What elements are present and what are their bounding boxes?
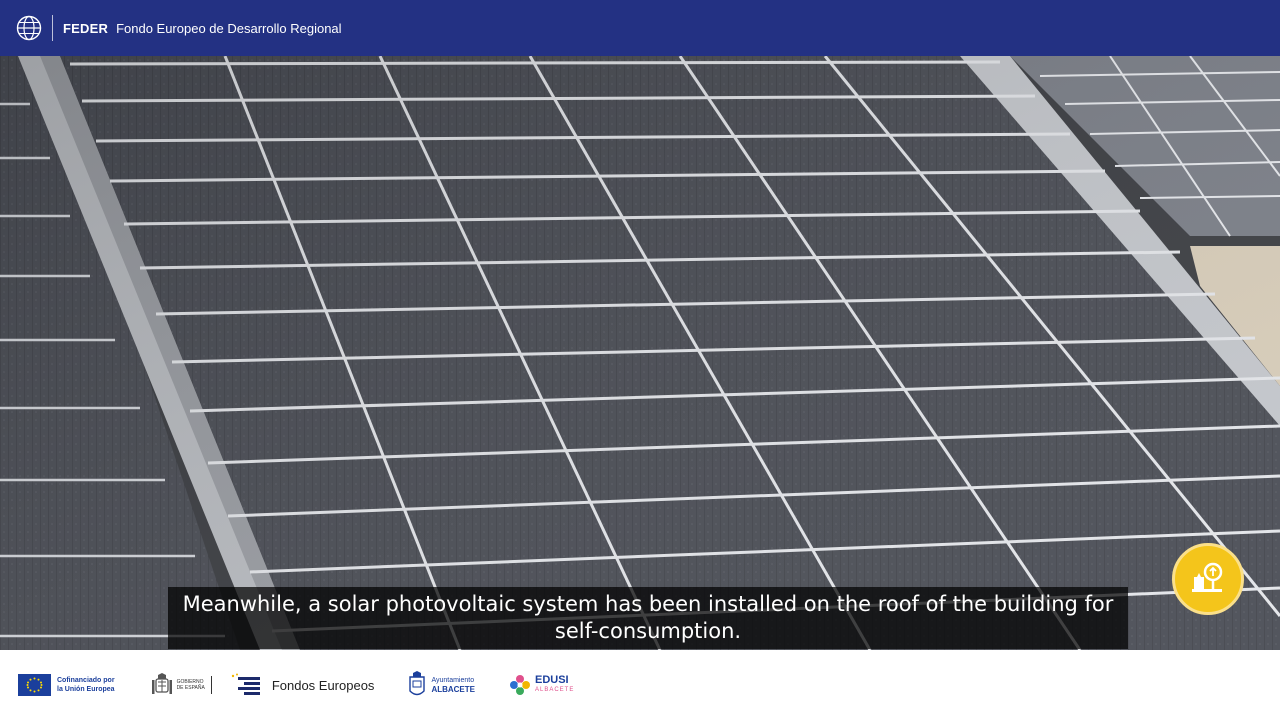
video-frame: FEDER Fondo Europeo de Desarrollo Region… — [0, 0, 1280, 720]
subtitle-caption: Meanwhile, a solar photovoltaic system h… — [168, 587, 1128, 649]
albacete-crest-icon — [409, 671, 426, 696]
subtitle-text: Meanwhile, a solar photovoltaic system h… — [183, 591, 1114, 645]
gobierno-espana-logo: GOBIERNO DE ESPAÑA — [151, 672, 212, 698]
globe-icon — [16, 15, 42, 41]
fondos-europeos-logo: Fondos Europeos — [230, 673, 375, 697]
ayto-line-2: ALBACETE — [431, 685, 475, 694]
brand-full: Fondo Europeo de Desarrollo Regional — [116, 20, 342, 36]
footer-logos: Cofinanciado por la Unión Europea GOBIER… — [0, 650, 1280, 720]
header-bar: FEDER Fondo Europeo de Desarrollo Region… — [0, 0, 1280, 56]
ayto-line-1: Ayuntamiento — [431, 677, 475, 684]
video-image-solar-panels — [0, 56, 1280, 650]
logo-divider — [210, 676, 212, 694]
eco-building-icon — [1192, 562, 1223, 592]
ayuntamiento-albacete-logo: Ayuntamiento ALBACETE — [408, 671, 475, 699]
eu-cofunded-logo: Cofinanciado por la Unión Europea — [18, 674, 115, 696]
eco-building-badge — [1172, 543, 1244, 615]
eu-label-line-1: Cofinanciado por — [57, 677, 115, 684]
fondos-europeos-label: Fondos Europeos — [271, 677, 375, 693]
subtitle-line-2: self-consumption. — [554, 619, 742, 643]
fondos-europeos-icon — [231, 673, 260, 695]
edusi-logo: EDUSI ALBACETE — [509, 674, 574, 696]
edusi-sub-label: ALBACETE — [535, 687, 575, 693]
eu-label-line-2: la Unión Europea — [57, 686, 115, 693]
header-divider — [52, 15, 53, 41]
coat-of-arms-icon — [151, 673, 172, 694]
brand-short: FEDER — [63, 20, 109, 36]
edusi-flower-icon — [510, 675, 530, 695]
gobierno-line-2: DE ESPAÑA — [176, 685, 205, 691]
eu-flag-icon — [18, 674, 51, 696]
subtitle-line-1: Meanwhile, a solar photovoltaic system h… — [182, 592, 1114, 616]
